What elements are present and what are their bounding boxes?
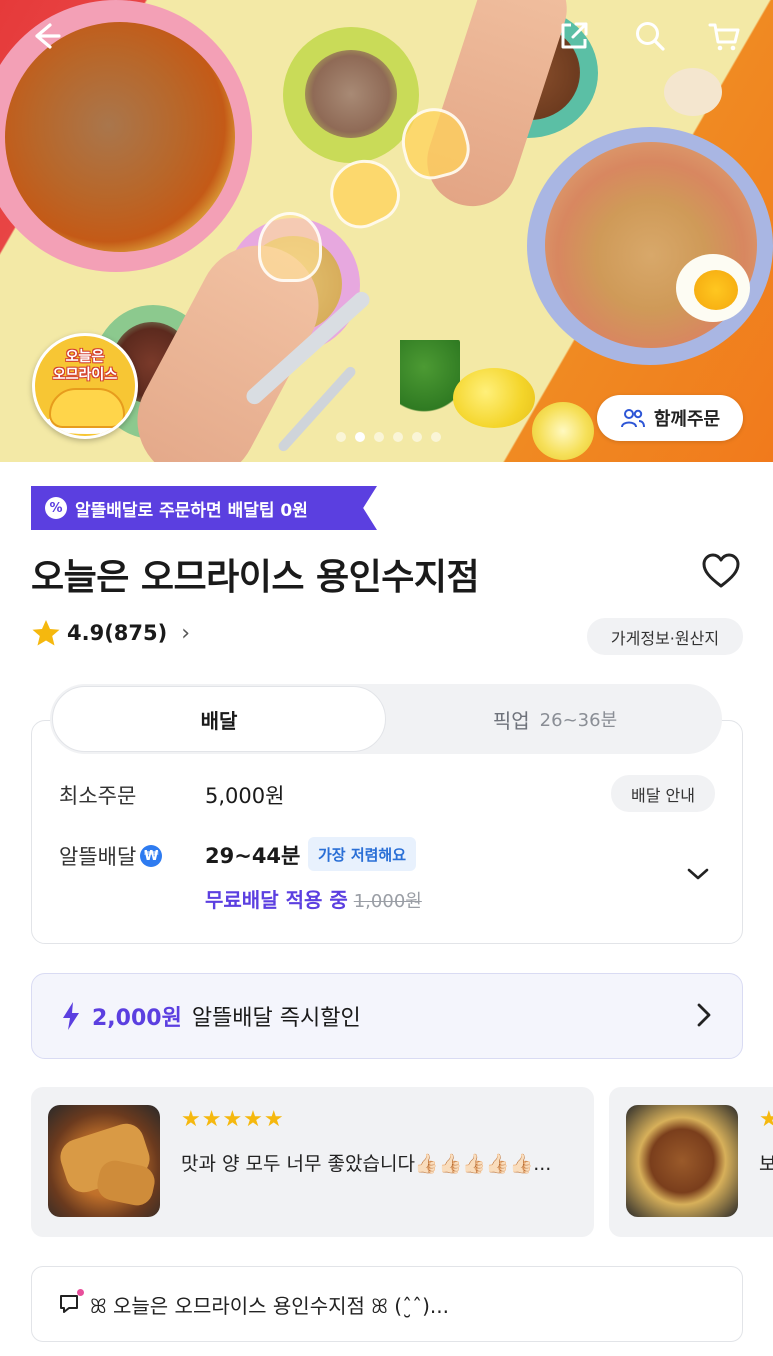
saver-delivery-text: 알뜰배달 bbox=[59, 845, 137, 869]
logo-omurice bbox=[49, 388, 125, 428]
hero-lemon bbox=[532, 402, 594, 460]
carousel-indicator bbox=[336, 432, 441, 442]
hero-herb bbox=[400, 340, 460, 430]
discount-amount: 2,000원 bbox=[92, 1006, 182, 1031]
min-order-label: 최소주문 bbox=[59, 784, 137, 808]
delivery-guide-button[interactable]: 배달 안내 bbox=[611, 775, 715, 812]
carousel-dot[interactable] bbox=[374, 432, 384, 442]
free-delivery-text: 무료배달 적용 중 bbox=[205, 888, 348, 912]
original-delivery-fee: 1,000원 bbox=[353, 891, 422, 912]
star-icon bbox=[31, 618, 61, 648]
group-order-label: 함께주문 bbox=[653, 409, 721, 430]
review-stars: ★★★★★ bbox=[181, 1107, 285, 1132]
share-icon bbox=[561, 22, 588, 49]
tab-delivery[interactable]: 배달 bbox=[52, 686, 386, 752]
hero-lemon bbox=[453, 368, 535, 428]
tab-pickup-label: 픽업 bbox=[492, 708, 530, 733]
chevron-right-icon: › bbox=[181, 620, 191, 646]
won-badge-icon: ₩ bbox=[140, 845, 163, 867]
expand-delivery-button[interactable] bbox=[680, 856, 716, 892]
discount-text: 알뜰배달 즉시할인 bbox=[191, 1006, 361, 1031]
review-text: 맛과 양 모두 너무 좋았습니다👍🏻👍🏻👍🏻👍🏻👍🏻... bbox=[181, 1153, 552, 1175]
rating-link[interactable]: 4.9(875) › bbox=[31, 618, 190, 648]
notice-new-dot bbox=[77, 1289, 84, 1296]
group-order-button[interactable]: 함께주문 bbox=[597, 395, 743, 441]
store-logo: 오늘은 오므라이스 bbox=[32, 333, 138, 439]
logo-text: 오므라이스 bbox=[52, 367, 118, 383]
notice-icon bbox=[58, 1289, 84, 1315]
logo-text: 오늘은 bbox=[65, 349, 105, 365]
back-button[interactable] bbox=[26, 14, 70, 58]
delivery-eta: 29~44분 bbox=[205, 844, 301, 868]
hero-glass bbox=[258, 212, 322, 282]
promo-text: 알뜰배달로 주문하면 배달팁 0원 bbox=[75, 500, 308, 521]
review-photo bbox=[48, 1105, 160, 1217]
percent-icon: % bbox=[45, 497, 67, 519]
chevron-down-icon bbox=[687, 868, 709, 880]
free-delivery-line: 무료배달 적용 중 1,000원 bbox=[205, 884, 422, 913]
instant-discount-banner[interactable]: 2,000원 알뜰배달 즉시할인 bbox=[31, 973, 743, 1059]
search-icon bbox=[636, 22, 665, 51]
search-button[interactable] bbox=[628, 14, 672, 58]
carousel-dot[interactable] bbox=[412, 432, 422, 442]
share-button[interactable] bbox=[552, 14, 596, 58]
saver-delivery-label: 알뜰배달 ₩ bbox=[59, 841, 163, 871]
tab-delivery-label: 배달 bbox=[200, 708, 238, 733]
hero-yolk bbox=[694, 270, 738, 310]
tab-pickup[interactable]: 픽업 26~36분 bbox=[388, 684, 722, 754]
notice-text: ꕤ 오늘은 오므라이스 용인수지점 ꕤ (ˆ̮ˆ)... bbox=[90, 1293, 449, 1318]
group-icon bbox=[620, 409, 645, 428]
promo-tag: % 알뜰배달로 주문하면 배달팁 0원 bbox=[31, 486, 377, 530]
store-hero-image: 오늘은 오므라이스 함께주문 bbox=[0, 0, 773, 462]
chevron-right-icon bbox=[696, 1002, 712, 1028]
rating-value: 4.9(875) bbox=[67, 621, 168, 645]
review-card[interactable]: ★ 보 보 bbox=[609, 1087, 773, 1237]
review-card[interactable]: ★★★★★ 맛과 양 모두 너무 좋았습니다👍🏻👍🏻👍🏻👍🏻👍🏻... bbox=[31, 1087, 594, 1237]
order-type-tabs: 배달 픽업 26~36분 bbox=[50, 684, 722, 754]
cheapest-badge: 가장 저렴해요 bbox=[308, 837, 417, 871]
hero-food bbox=[305, 50, 397, 138]
cart-button[interactable] bbox=[702, 14, 746, 58]
min-order-value: 5,000원 bbox=[205, 784, 285, 808]
review-text: 보 보 bbox=[759, 1153, 773, 1175]
pickup-time: 26~36분 bbox=[539, 710, 618, 731]
store-notice[interactable]: ꕤ 오늘은 오므라이스 용인수지점 ꕤ (ˆ̮ˆ)... bbox=[31, 1266, 743, 1342]
back-arrow-icon bbox=[35, 23, 61, 49]
cart-icon bbox=[708, 23, 740, 51]
carousel-dot[interactable] bbox=[431, 432, 441, 442]
review-photo bbox=[626, 1105, 738, 1217]
hero-glass bbox=[319, 148, 409, 238]
favorite-button[interactable] bbox=[698, 548, 744, 594]
carousel-dot[interactable] bbox=[393, 432, 403, 442]
lightning-icon bbox=[60, 1001, 82, 1031]
heart-icon bbox=[702, 553, 740, 588]
carousel-dot[interactable] bbox=[336, 432, 346, 442]
store-name: 오늘은 오므라이스 용인수지점 bbox=[31, 557, 480, 598]
store-info-button[interactable]: 가게정보·원산지 bbox=[587, 618, 743, 655]
review-stars: ★ bbox=[759, 1107, 773, 1132]
hero-egg bbox=[664, 68, 722, 116]
carousel-dot[interactable] bbox=[355, 432, 365, 442]
